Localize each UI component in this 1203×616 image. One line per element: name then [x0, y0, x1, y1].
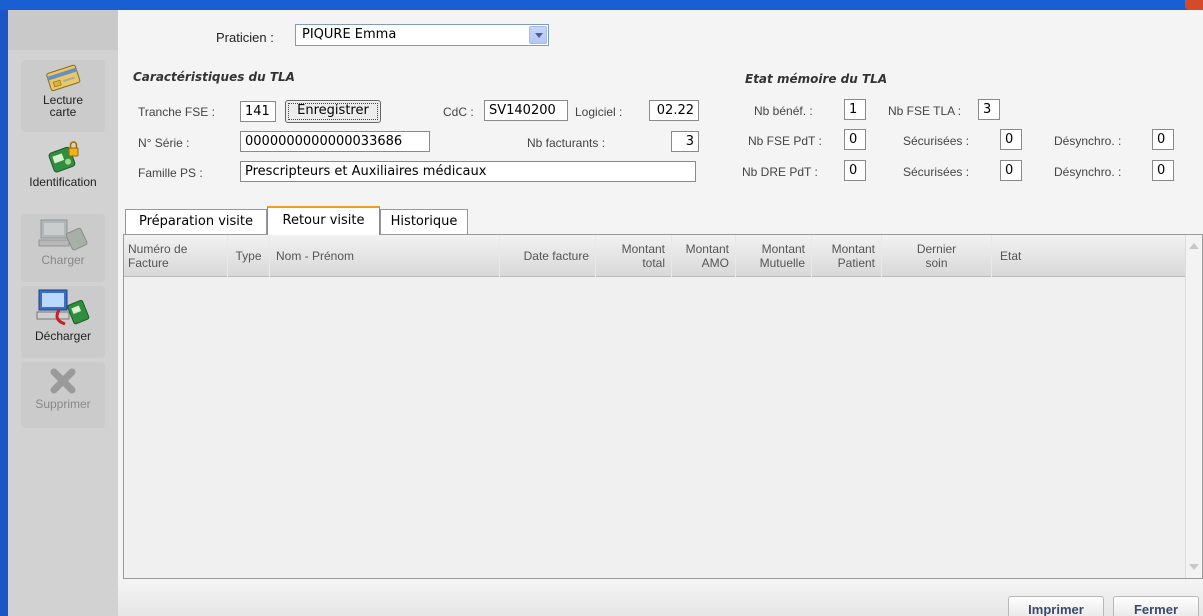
desynchro-field[interactable]: 0 — [1152, 129, 1174, 150]
nb-benef-label: Nb bénéf. : — [754, 104, 813, 118]
supprimer-button[interactable]: Supprimer — [21, 362, 105, 428]
window-left-border — [0, 10, 8, 616]
col-date-facture[interactable]: Date facture — [500, 235, 596, 277]
identification-icon — [48, 141, 79, 173]
col-dernier-soin-l2: soin — [925, 256, 948, 270]
col-montant-patient-l2: Patient — [837, 256, 875, 270]
col-montant-mutuelle-l2: Mutuelle — [759, 256, 805, 270]
logiciel-field[interactable]: 02.22 — [649, 100, 699, 121]
imprimer-button[interactable]: Imprimer — [1008, 596, 1104, 616]
col-type[interactable]: Type — [228, 235, 270, 277]
chevron-down-icon[interactable] — [529, 26, 547, 44]
main-panel: Praticien : PIQURE Emma Caractéristiques… — [118, 10, 1203, 616]
charger-label: Charger — [41, 253, 85, 267]
famille-ps-field[interactable]: Prescripteurs et Auxiliaires médicaux — [240, 161, 696, 182]
nb-facturants-field[interactable]: 3 — [671, 131, 699, 152]
tla-section-title: Caractéristiques du TLA — [133, 70, 295, 84]
col-numero-facture-l1: Numéro de — [128, 242, 188, 256]
unload-device-icon — [36, 289, 90, 326]
load-device-icon — [38, 219, 88, 251]
lecture-carte-button[interactable]: Lecture carte — [21, 60, 105, 132]
tab-preparation-visite[interactable]: Préparation visite — [125, 209, 267, 234]
col-montant-total-l2: total — [642, 256, 665, 270]
enregistrer-button[interactable]: Enregistrer — [285, 100, 381, 123]
scroll-up-icon[interactable] — [1189, 243, 1199, 249]
logiciel-label: Logiciel : — [575, 105, 623, 119]
col-nom-prenom-label: Nom - Prénom — [276, 249, 355, 263]
desynchro-label: Désynchro. : — [1054, 134, 1122, 148]
desynchro-field-2[interactable]: 0 — [1152, 160, 1174, 181]
col-montant-patient[interactable]: Montant Patient — [812, 235, 882, 277]
securisees-field[interactable]: 0 — [1000, 129, 1022, 150]
securisees-label-2: Sécurisées : — [903, 165, 970, 179]
charger-button[interactable]: Charger — [21, 214, 105, 282]
table-scrollbar[interactable] — [1185, 235, 1202, 578]
cdc-field[interactable]: SV140200 — [484, 100, 568, 121]
scroll-down-icon[interactable] — [1189, 564, 1199, 570]
etat-section-title: Etat mémoire du TLA — [745, 72, 888, 86]
col-dernier-soin-l1: Dernier — [916, 242, 957, 256]
cdc-label: CdC : — [443, 105, 474, 119]
tab-historique[interactable]: Historique — [380, 209, 468, 234]
nb-fse-tla-label: Nb FSE TLA : — [888, 104, 962, 118]
col-montant-total-l1: Montant — [621, 242, 665, 256]
decharger-label: Décharger — [34, 329, 92, 343]
serie-label: N° Série : — [138, 136, 190, 150]
identification-button[interactable]: Identification — [8, 140, 118, 206]
card-reader-icon — [46, 64, 81, 92]
nb-dre-pdt-label: Nb DRE PdT : — [742, 165, 818, 179]
col-montant-total[interactable]: Montant total — [596, 235, 672, 277]
securisees-field-2[interactable]: 0 — [1000, 160, 1022, 181]
serie-field[interactable]: 0000000000000033686 — [240, 131, 430, 152]
col-numero-facture-l2: Facture — [128, 256, 169, 270]
col-numero-facture[interactable]: Numéro de Facture — [128, 235, 228, 277]
famille-ps-label: Famille PS : — [138, 166, 203, 180]
supprimer-label: Supprimer — [35, 397, 91, 411]
tranche-fse-label: Tranche FSE : — [138, 105, 215, 119]
identification-label: Identification — [29, 175, 97, 189]
tranche-fse-field[interactable]: 141 — [240, 101, 276, 122]
col-type-label: Type — [235, 249, 262, 263]
desynchro-label-2: Désynchro. : — [1054, 165, 1122, 179]
col-dernier-soin[interactable]: Dernier soin — [882, 235, 992, 277]
nb-facturants-label: Nb facturants : — [527, 136, 606, 150]
fermer-button[interactable]: Fermer — [1113, 596, 1199, 616]
praticien-select[interactable]: PIQURE Emma — [295, 24, 549, 46]
nb-fse-pdt-label: Nb FSE PdT : — [748, 134, 822, 148]
col-date-facture-label: Date facture — [523, 249, 589, 263]
col-nom-prenom[interactable]: Nom - Prénom — [270, 235, 500, 277]
col-montant-amo-l1: Montant — [685, 242, 729, 256]
table-header: Numéro de Facture Type Nom - Prénom Date … — [124, 235, 1186, 277]
nb-dre-pdt-field[interactable]: 0 — [844, 160, 866, 181]
tab-retour-visite[interactable]: Retour visite — [267, 206, 380, 235]
col-montant-amo-l2: AMO — [701, 256, 729, 270]
praticien-label: Praticien : — [216, 30, 274, 45]
col-montant-mutuelle-l1: Montant — [761, 242, 805, 256]
securisees-label: Sécurisées : — [903, 134, 970, 148]
col-montant-patient-l1: Montant — [831, 242, 875, 256]
window-title-bar — [0, 0, 1203, 10]
nb-benef-field[interactable]: 1 — [844, 99, 866, 120]
factures-table: Numéro de Facture Type Nom - Prénom Date … — [123, 234, 1203, 579]
sidebar: Lecture carte Identification Charger Déc… — [8, 10, 118, 616]
lecture-carte-label-2: carte — [49, 105, 77, 119]
col-etat-label: Etat — [1000, 249, 1022, 263]
col-etat[interactable]: Etat — [992, 235, 1186, 277]
delete-icon — [50, 368, 76, 394]
col-montant-mutuelle[interactable]: Montant Mutuelle — [736, 235, 812, 277]
sidebar-top-strip — [8, 10, 118, 50]
col-montant-amo[interactable]: Montant AMO — [672, 235, 736, 277]
praticien-value: PIQURE Emma — [302, 27, 397, 42]
nb-fse-tla-field[interactable]: 3 — [978, 99, 1000, 120]
window-close-button[interactable] — [1185, 0, 1203, 10]
nb-fse-pdt-field[interactable]: 0 — [844, 129, 866, 150]
decharger-button[interactable]: Décharger — [21, 286, 105, 358]
